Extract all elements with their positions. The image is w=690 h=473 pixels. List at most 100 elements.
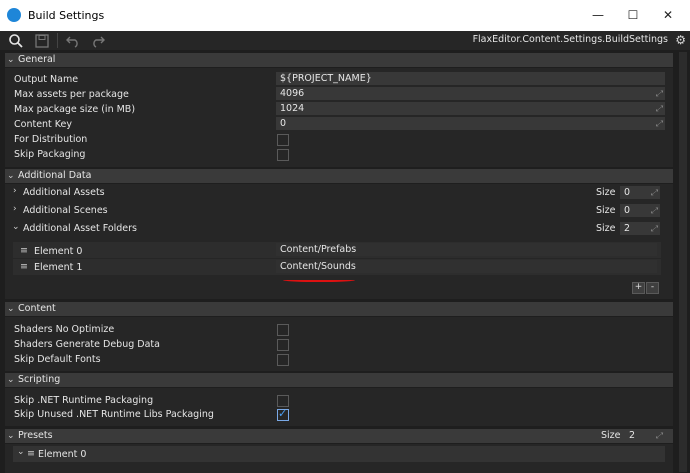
chevron-right-icon[interactable]: › — [13, 204, 17, 214]
drag-resize-icon[interactable]: ⤢ — [651, 222, 657, 235]
shaders-no-optimize-label: Shaders No Optimize — [14, 324, 115, 335]
section-scripting-header[interactable]: ⌄ Scripting — [5, 373, 673, 387]
chevron-down-icon: ⌄ — [7, 171, 15, 181]
shaders-debug-label: Shaders Generate Debug Data — [14, 339, 160, 350]
skip-unused-libs-label: Skip Unused .NET Runtime Libs Packaging — [14, 409, 214, 420]
redo-icon[interactable] — [88, 31, 108, 50]
additional-asset-folders-size-value: 2 — [624, 223, 631, 234]
additional-asset-folders-label[interactable]: Additional Asset Folders — [23, 223, 137, 234]
presets-size-field[interactable]: 2 ⤢ — [625, 429, 665, 443]
chevron-down-icon: ⌄ — [7, 431, 15, 441]
additional-assets-size-label: Size — [596, 187, 616, 198]
max-assets-label: Max assets per package — [14, 89, 129, 100]
save-icon[interactable] — [32, 31, 52, 50]
section-additional-data-header[interactable]: ⌄ Additional Data — [5, 169, 673, 183]
drag-resize-icon[interactable]: ⤢ — [656, 117, 662, 130]
remove-element-button[interactable]: - — [646, 282, 659, 294]
asset-type-path: FlaxEditor.Content.Settings.BuildSetting… — [472, 34, 668, 45]
maximize-button[interactable]: ☐ — [622, 4, 644, 26]
list-item — [13, 446, 665, 462]
skip-packaging-label: Skip Packaging — [14, 149, 86, 160]
chevron-right-icon[interactable]: › — [13, 186, 17, 196]
for-distribution-label: For Distribution — [14, 134, 88, 145]
content-key-label: Content Key — [14, 119, 73, 130]
scrollbar-thumb[interactable] — [679, 52, 687, 472]
output-name-value: ${PROJECT_NAME} — [280, 73, 372, 84]
max-package-size-value: 1024 — [280, 103, 305, 114]
section-additional-data-body: › Additional Assets Size 0 ⤢ › Additiona… — [5, 184, 673, 299]
drag-handle-icon[interactable]: ≡ — [20, 261, 28, 272]
max-package-size-field[interactable]: 1024 ⤢ — [276, 102, 665, 115]
additional-scenes-size-value: 0 — [624, 205, 631, 216]
red-annotation-underline — [283, 277, 355, 282]
chevron-down-icon: ⌄ — [7, 375, 15, 385]
search-icon[interactable] — [6, 31, 26, 50]
toolbar-divider — [57, 33, 58, 48]
drag-resize-icon[interactable]: ⤢ — [651, 186, 657, 199]
element-0-value: Content/Prefabs — [280, 244, 357, 255]
element-1-value: Content/Sounds — [280, 261, 356, 272]
element-0-label: Element 0 — [34, 246, 83, 257]
presets-size-value: 2 — [629, 430, 636, 441]
section-general-body: Output Name ${PROJECT_NAME} Max assets p… — [5, 68, 673, 167]
output-name-label: Output Name — [14, 74, 79, 85]
additional-assets-size-value: 0 — [624, 187, 631, 198]
additional-scenes-size-label: Size — [596, 205, 616, 216]
drag-resize-icon[interactable]: ⤢ — [651, 204, 657, 217]
gear-icon[interactable]: ⚙ — [675, 31, 686, 50]
element-1-field[interactable]: Content/Sounds — [276, 260, 657, 273]
toolbar: FlaxEditor.Content.Settings.BuildSetting… — [0, 31, 690, 50]
section-general-header[interactable]: ⌄ General — [5, 53, 673, 67]
additional-scenes-label[interactable]: Additional Scenes — [23, 205, 108, 216]
drag-handle-icon[interactable]: ≡ — [20, 245, 28, 256]
preset-element-0-label: Element 0 — [38, 449, 87, 460]
additional-scenes-size-field[interactable]: 0 ⤢ — [620, 204, 660, 217]
content-key-field[interactable]: 0 ⤢ — [276, 117, 665, 130]
chevron-down-icon: ⌄ — [7, 55, 15, 65]
skip-unused-libs-checkbox[interactable] — [277, 407, 289, 421]
section-additional-data-title: Additional Data — [18, 170, 92, 181]
element-1-label: Element 1 — [34, 262, 83, 273]
drag-resize-icon[interactable]: ⤢ — [656, 102, 662, 115]
window-title: Build Settings — [28, 9, 105, 22]
additional-asset-folders-size-label: Size — [596, 223, 616, 234]
content-key-value: 0 — [280, 118, 287, 129]
section-presets-header[interactable]: ⌄ Presets Size 2 ⤢ — [5, 429, 673, 443]
section-content-body: Shaders No Optimize Shaders Generate Deb… — [5, 317, 673, 371]
max-assets-field[interactable]: 4096 ⤢ — [276, 87, 665, 100]
max-assets-value: 4096 — [280, 88, 305, 99]
section-presets-body: ⌄ ≡ Element 0 — [5, 444, 673, 473]
minimize-button[interactable]: — — [587, 4, 609, 26]
shaders-debug-checkbox[interactable] — [277, 339, 289, 351]
output-name-field[interactable]: ${PROJECT_NAME} — [276, 72, 665, 85]
skip-default-fonts-checkbox[interactable] — [277, 354, 289, 366]
skip-packaging-checkbox[interactable] — [277, 149, 289, 161]
additional-assets-label[interactable]: Additional Assets — [23, 187, 105, 198]
drag-handle-icon[interactable]: ≡ — [27, 448, 35, 459]
skip-net-runtime-checkbox[interactable] — [277, 395, 289, 407]
max-package-size-label: Max package size (in MB) — [14, 104, 136, 115]
additional-asset-folders-size-field[interactable]: 2 ⤢ — [620, 222, 660, 235]
skip-default-fonts-label: Skip Default Fonts — [14, 354, 101, 365]
section-presets-title: Presets — [18, 430, 53, 441]
element-0-field[interactable]: Content/Prefabs — [276, 243, 657, 256]
section-content-header[interactable]: ⌄ Content — [5, 302, 673, 316]
section-scripting-title: Scripting — [18, 374, 61, 385]
vertical-scrollbar[interactable] — [676, 50, 690, 473]
chevron-down-icon[interactable]: ⌄ — [17, 447, 25, 457]
chevron-down-icon: ⌄ — [7, 304, 15, 314]
add-element-button[interactable]: + — [632, 282, 645, 294]
section-scripting-body: Skip .NET Runtime Packaging Skip Unused … — [5, 388, 673, 426]
additional-assets-size-field[interactable]: 0 ⤢ — [620, 186, 660, 199]
presets-size-label: Size — [601, 430, 621, 441]
drag-resize-icon[interactable]: ⤢ — [656, 87, 662, 100]
drag-resize-icon[interactable]: ⤢ — [656, 429, 662, 442]
for-distribution-checkbox[interactable] — [277, 134, 289, 146]
skip-net-runtime-label: Skip .NET Runtime Packaging — [14, 395, 154, 406]
undo-icon[interactable] — [63, 31, 83, 50]
close-button[interactable]: ✕ — [657, 4, 679, 26]
shaders-no-optimize-checkbox[interactable] — [277, 324, 289, 336]
flax-logo-icon — [7, 8, 21, 22]
chevron-down-icon[interactable]: ⌄ — [12, 222, 20, 232]
window-title-bar: Build Settings — ☐ ✕ — [0, 0, 690, 31]
